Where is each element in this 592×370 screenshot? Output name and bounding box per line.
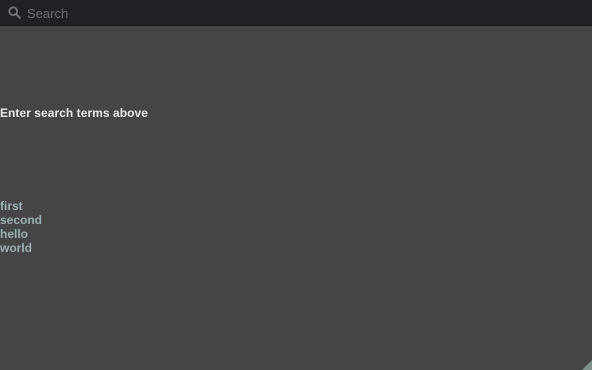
search-term-list: first second hello world — [0, 199, 42, 255]
term-item-second[interactable]: second — [0, 213, 42, 227]
search-icon — [8, 6, 21, 19]
search-window: Enter search terms above first second he… — [0, 0, 592, 370]
search-prompt: Enter search terms above — [0, 106, 148, 120]
search-bar — [0, 0, 592, 26]
term-item-hello[interactable]: hello — [0, 227, 42, 241]
search-input[interactable] — [27, 3, 567, 23]
resize-grip-icon[interactable] — [582, 360, 592, 370]
term-item-first[interactable]: first — [0, 199, 42, 213]
term-item-world[interactable]: world — [0, 241, 42, 255]
